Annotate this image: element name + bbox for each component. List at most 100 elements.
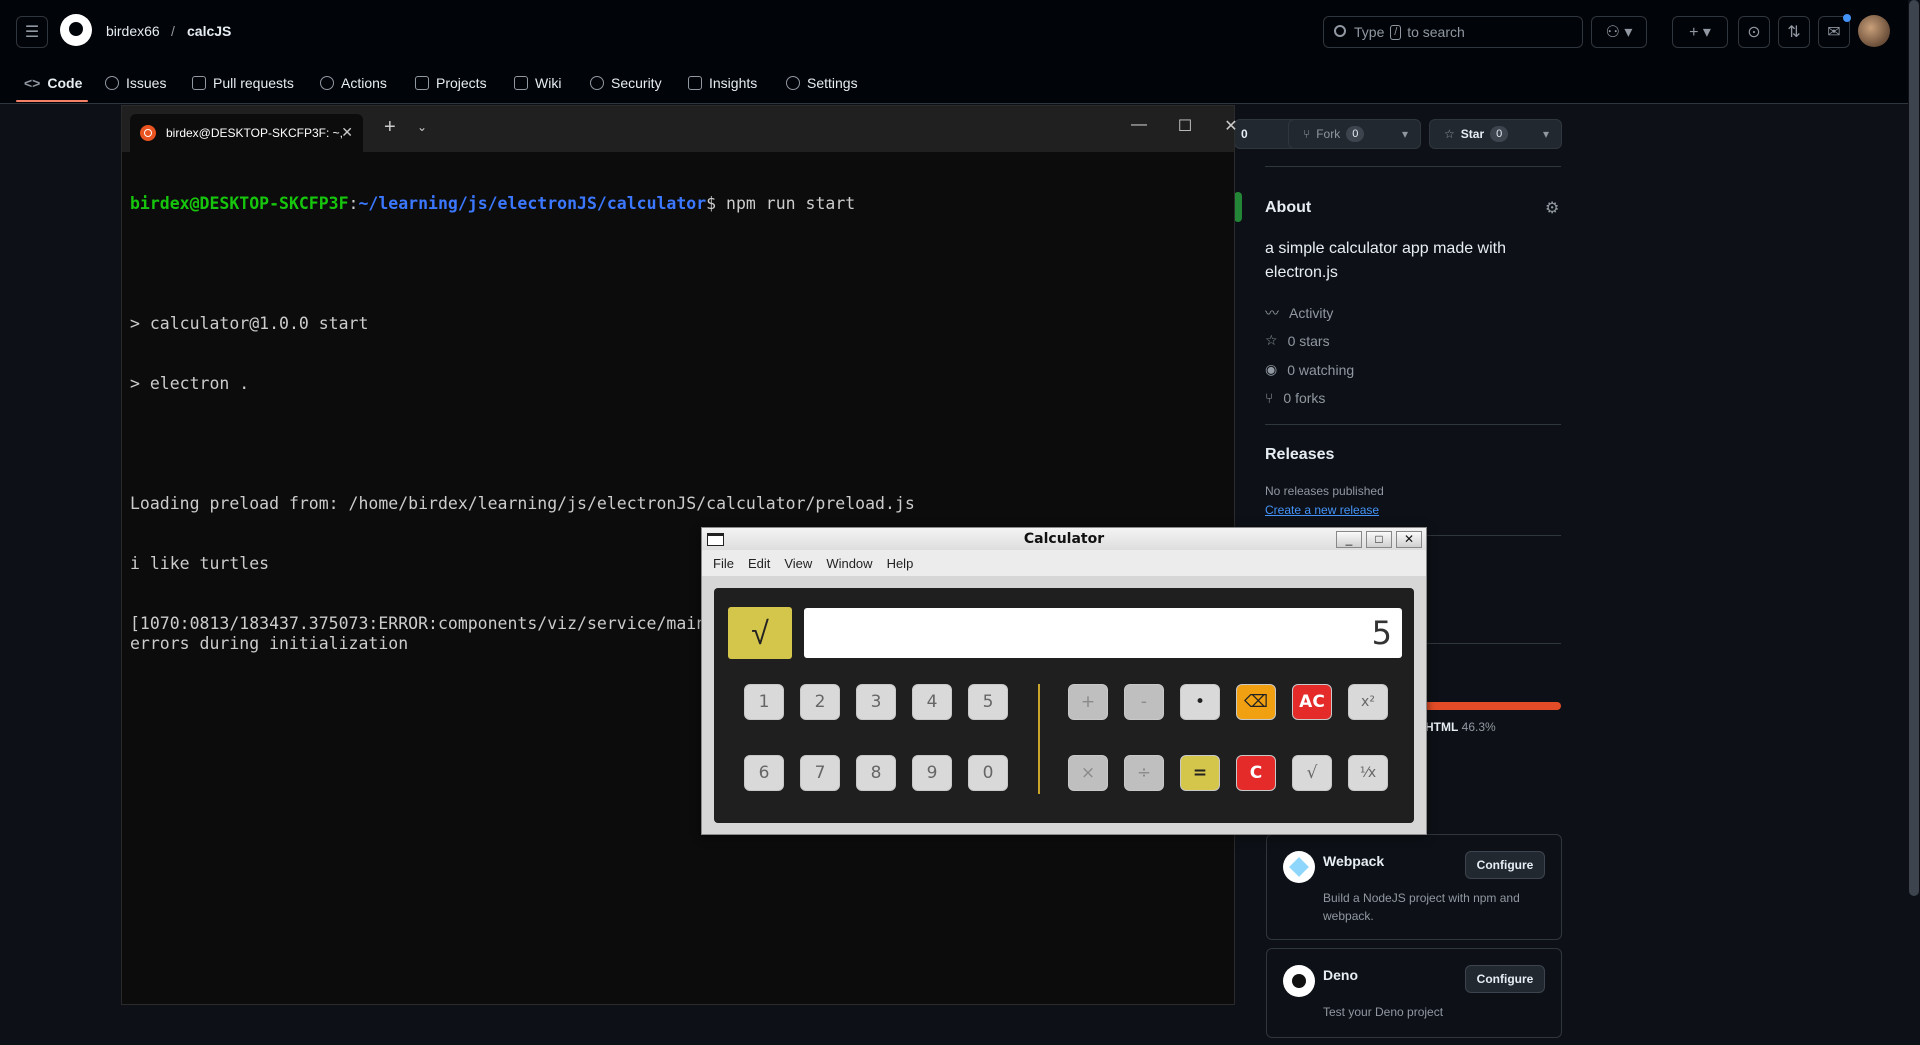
github-topbar: ☰ birdex66 / calcJS Type / to search ⚇ ▾…: [0, 0, 1920, 62]
configure-button[interactable]: Configure: [1465, 851, 1545, 879]
digit-4-button[interactable]: 4: [912, 684, 952, 720]
output-line: > calculator@1.0.0 start: [130, 314, 369, 333]
github-logo-icon[interactable]: [60, 14, 92, 46]
tab-settings[interactable]: Settings: [786, 70, 858, 96]
sqrt-mode-button[interactable]: √: [728, 607, 792, 659]
menu-edit[interactable]: Edit: [748, 556, 770, 571]
terminal-titlebar[interactable]: birdex@DESKTOP-SKCFP3F: ~, ✕ + ⌄ — ☐ ✕: [122, 106, 1238, 152]
plus-button[interactable]: +: [1068, 684, 1108, 720]
digit-9-button[interactable]: 9: [912, 755, 952, 791]
star-icon: ☆: [1265, 332, 1278, 348]
square-button[interactable]: x²: [1348, 684, 1388, 720]
calculator-titlebar[interactable]: Calculator _ □ ✕: [702, 528, 1426, 550]
language-label[interactable]: HTML 46.3%: [1425, 720, 1496, 734]
book-icon: [514, 76, 528, 90]
workflow-desc: Test your Deno project: [1323, 1005, 1444, 1019]
repo-nav-tabs: <> Code Issues Pull requests Actions Proj…: [0, 62, 1920, 104]
sqrt-button[interactable]: √: [1292, 755, 1332, 791]
divider: [1265, 166, 1561, 167]
stat-activity[interactable]: 〰 Activity: [1265, 303, 1333, 323]
minus-button[interactable]: -: [1124, 684, 1164, 720]
digit-2-button[interactable]: 2: [800, 684, 840, 720]
stat-watching[interactable]: ◉ 0 watching: [1265, 361, 1354, 378]
tab-issues[interactable]: Issues: [105, 70, 166, 96]
code-button-edge[interactable]: [1234, 192, 1242, 222]
star-button[interactable]: ☆ Star 0 ▾: [1429, 119, 1562, 149]
tab-insights[interactable]: Insights: [688, 70, 757, 96]
all-clear-button[interactable]: AC: [1292, 684, 1332, 720]
tab-security[interactable]: Security: [590, 70, 662, 96]
releases-title[interactable]: Releases: [1265, 446, 1334, 464]
digit-3-button[interactable]: 3: [856, 684, 896, 720]
backspace-button[interactable]: ⌫: [1236, 684, 1276, 720]
avatar[interactable]: [1858, 15, 1890, 47]
calculator-title: Calculator: [1023, 531, 1105, 547]
create-new-button[interactable]: + ▾: [1672, 16, 1728, 48]
menu-view[interactable]: View: [784, 556, 812, 571]
star-icon: ☆: [1444, 127, 1455, 141]
chevron-down-icon: ▾: [1401, 127, 1408, 141]
equals-button[interactable]: =: [1180, 755, 1220, 791]
workflow-card-webpack: Webpack Build a NodeJS project with npm …: [1266, 834, 1562, 940]
terminal-tab[interactable]: birdex@DESKTOP-SKCFP3F: ~, ✕: [130, 114, 363, 152]
breadcrumb-owner[interactable]: birdex66: [106, 23, 160, 39]
stat-forks[interactable]: ⑂ 0 forks: [1265, 390, 1325, 406]
digit-8-button[interactable]: 8: [856, 755, 896, 791]
stat-stars[interactable]: ☆ 0 stars: [1265, 332, 1330, 349]
reciprocal-button[interactable]: ¹⁄x: [1348, 755, 1388, 791]
configure-button[interactable]: Configure: [1465, 965, 1545, 993]
close-tab-icon[interactable]: ✕: [341, 124, 353, 141]
new-tab-button[interactable]: +: [384, 116, 396, 139]
tab-wiki[interactable]: Wiki: [514, 70, 561, 96]
tab-projects[interactable]: Projects: [415, 70, 487, 96]
breadcrumb-repo[interactable]: calcJS: [187, 23, 231, 39]
decimal-button[interactable]: •: [1180, 684, 1220, 720]
scrollbar-thumb[interactable]: [1909, 0, 1919, 896]
copilot-button[interactable]: ⚇ ▾: [1591, 16, 1647, 48]
tab-dropdown-button[interactable]: ⌄: [417, 120, 427, 134]
close-button[interactable]: ✕: [1221, 116, 1241, 136]
maximize-button[interactable]: ☐: [1175, 116, 1195, 136]
hamburger-menu-button[interactable]: ☰: [16, 16, 48, 48]
shield-icon: [590, 76, 604, 90]
table-icon: [415, 76, 429, 90]
menu-help[interactable]: Help: [887, 556, 914, 571]
notification-dot-icon: [1843, 14, 1851, 22]
calculator-window: Calculator _ □ ✕ File Edit View Window H…: [701, 527, 1427, 835]
search-input[interactable]: Type / to search: [1323, 16, 1583, 48]
minimize-button[interactable]: —: [1129, 116, 1149, 134]
pull-request-icon: [192, 76, 206, 90]
workflow-name: Webpack: [1323, 853, 1385, 869]
multiply-button[interactable]: ×: [1068, 755, 1108, 791]
about-gear-icon[interactable]: ⚙: [1545, 198, 1559, 218]
create-release-link[interactable]: Create a new release: [1265, 503, 1379, 517]
workflow-name: Deno: [1323, 967, 1358, 983]
pulse-icon: 〰: [1265, 305, 1279, 321]
tab-pull-requests[interactable]: Pull requests: [192, 70, 294, 96]
tab-code[interactable]: <> Code: [24, 70, 82, 96]
close-button[interactable]: ✕: [1396, 531, 1422, 548]
fork-button[interactable]: ⑂ Fork 0 ▾: [1288, 119, 1421, 149]
search-placeholder-pre: Type: [1354, 24, 1385, 40]
menu-window[interactable]: Window: [826, 556, 872, 571]
pull-requests-icon-button[interactable]: ⇅: [1778, 16, 1810, 48]
issues-icon-button[interactable]: ⊙: [1738, 16, 1770, 48]
graph-icon: [688, 76, 702, 90]
calculator-body: √ 5 1 2 3 4 5 6 7 8 9 0 + - • ⌫ AC x² × …: [714, 588, 1414, 823]
tab-actions[interactable]: Actions: [320, 70, 387, 96]
clear-button[interactable]: C: [1236, 755, 1276, 791]
prompt-colon: :: [348, 194, 359, 213]
digit-5-button[interactable]: 5: [968, 684, 1008, 720]
digit-7-button[interactable]: 7: [800, 755, 840, 791]
digit-0-button[interactable]: 0: [968, 755, 1008, 791]
eye-icon: ◉: [1265, 361, 1278, 377]
digit-1-button[interactable]: 1: [744, 684, 784, 720]
divide-button[interactable]: ÷: [1124, 755, 1164, 791]
code-icon: <>: [24, 75, 41, 91]
digit-6-button[interactable]: 6: [744, 755, 784, 791]
minimize-button[interactable]: _: [1336, 531, 1362, 548]
menu-file[interactable]: File: [713, 556, 734, 571]
play-icon: [320, 76, 334, 90]
maximize-button[interactable]: □: [1366, 531, 1392, 548]
